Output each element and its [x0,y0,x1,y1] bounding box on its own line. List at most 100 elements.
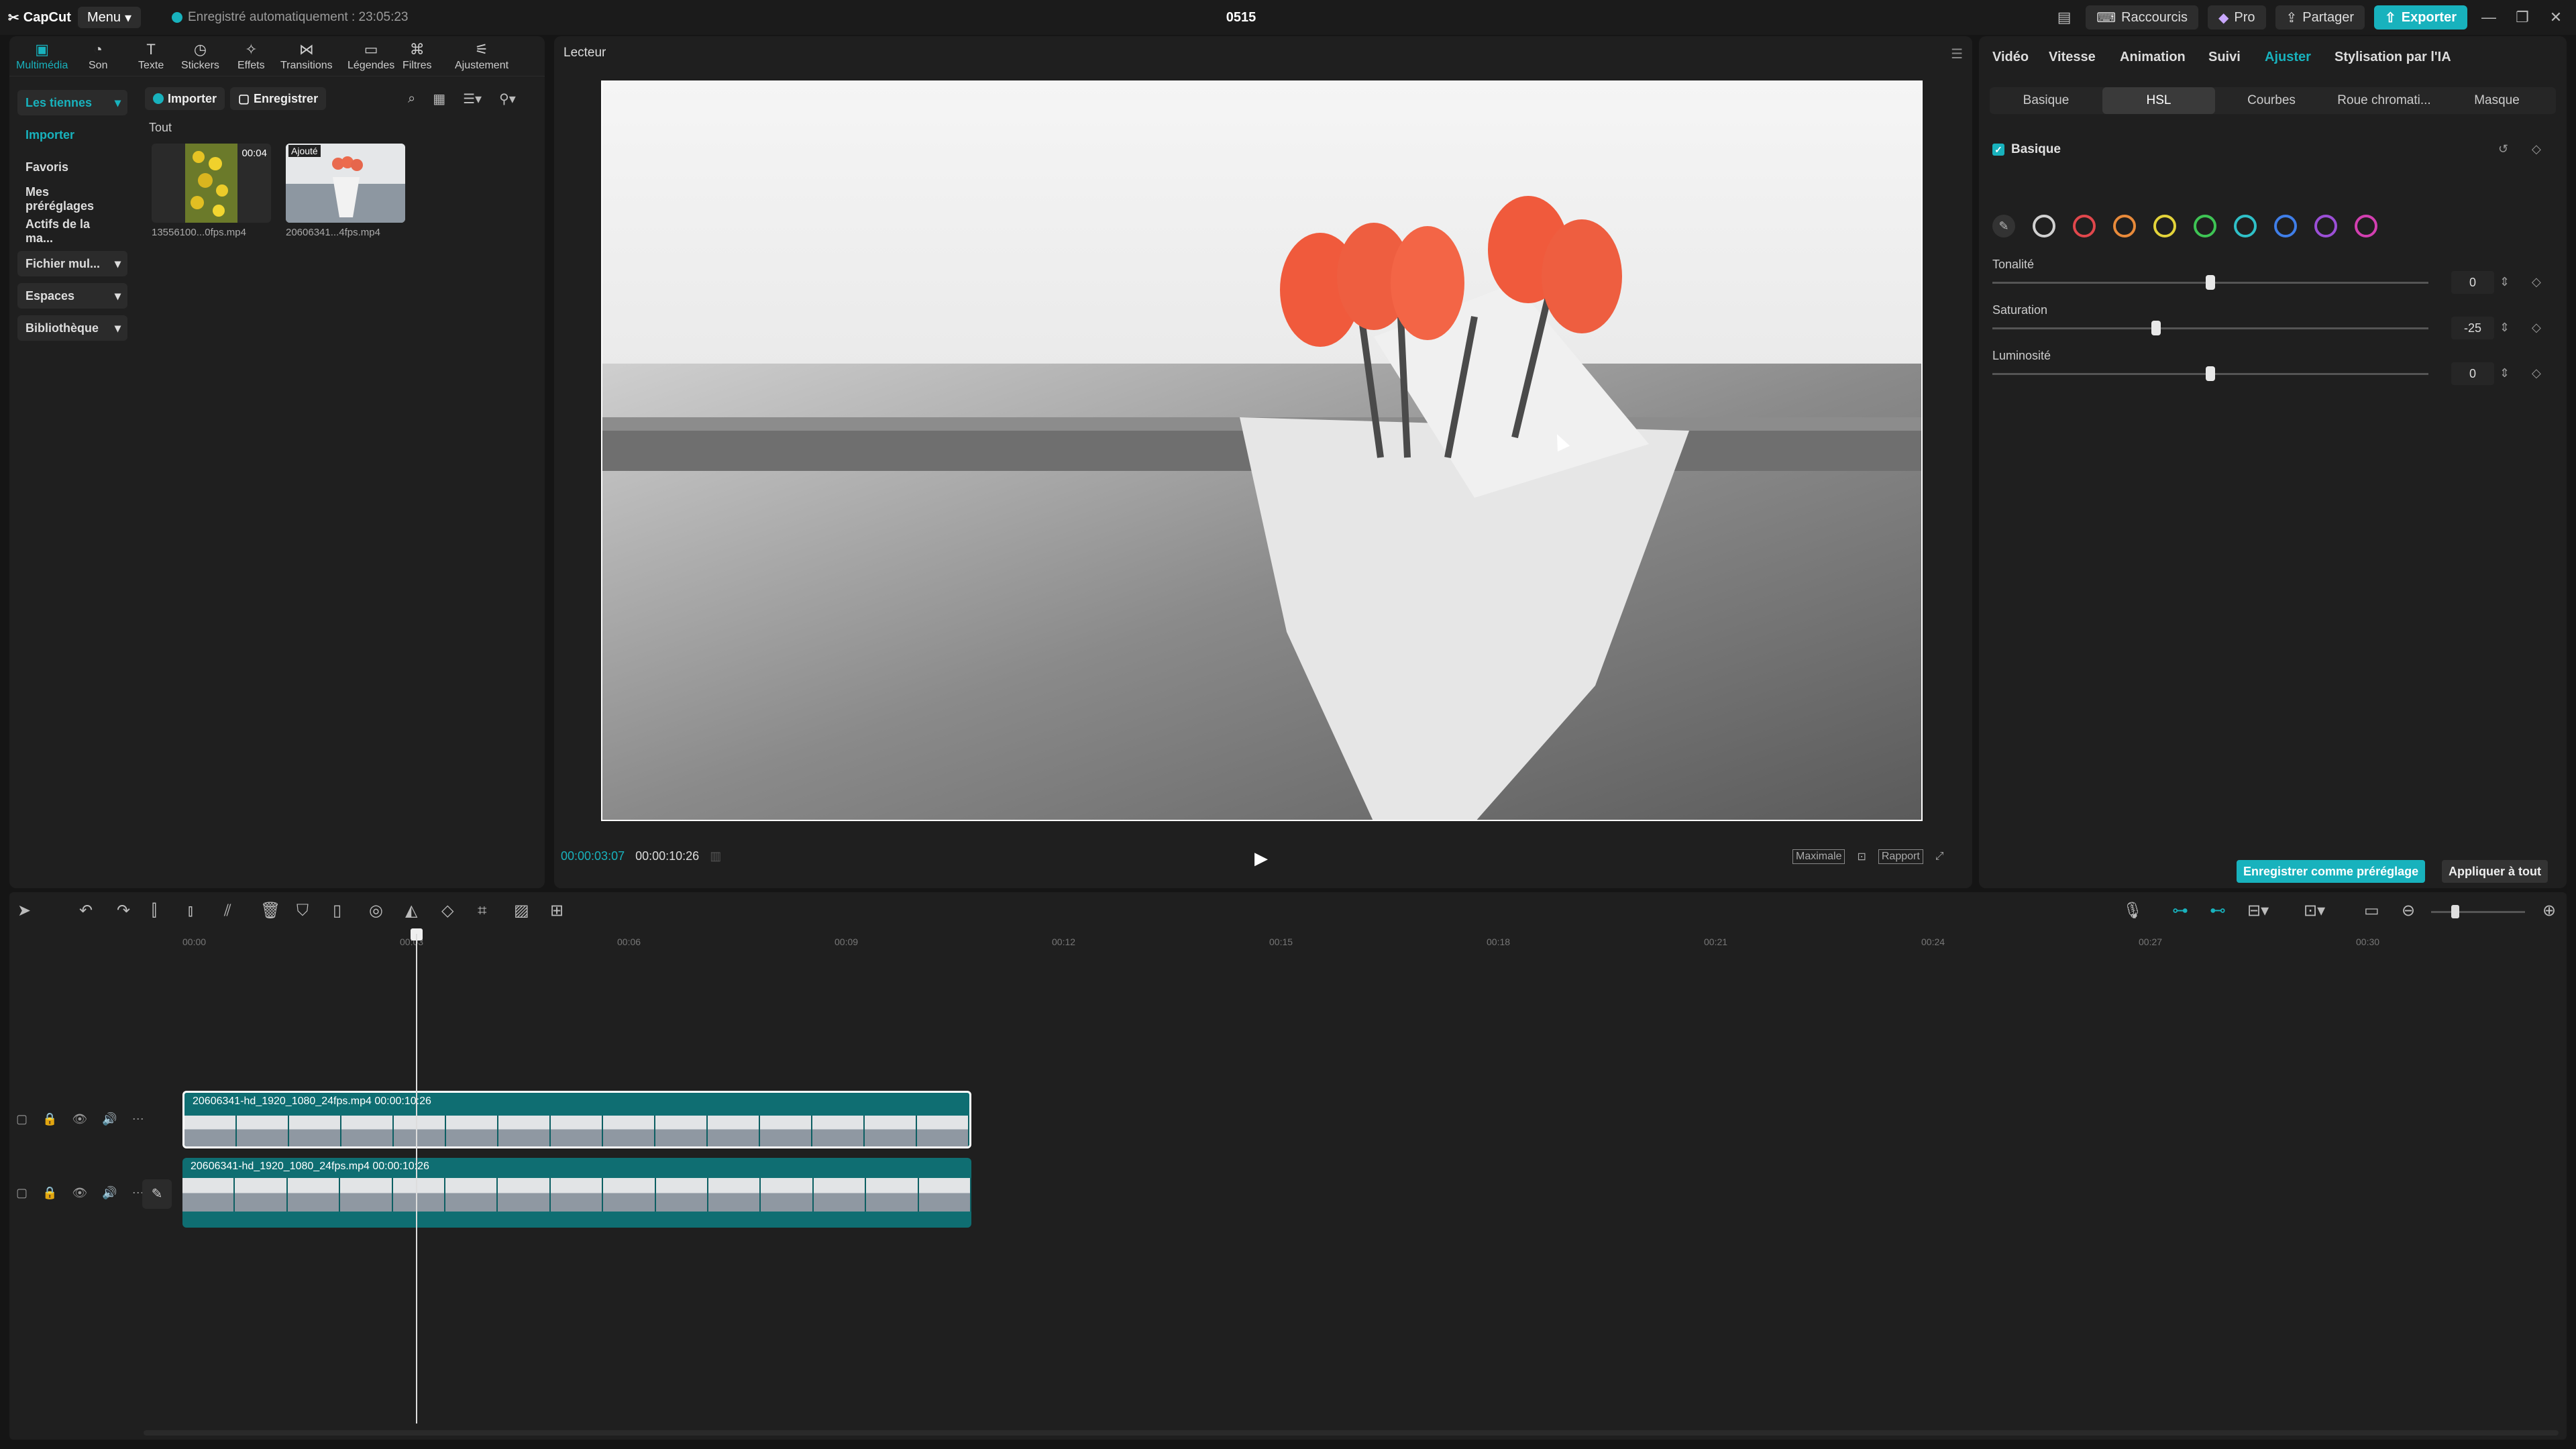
edit-cover-icon[interactable]: ✎ [142,1179,172,1209]
zoom-slider[interactable] [2431,905,2525,918]
tab-ajuster[interactable]: Ajuster [2265,50,2311,65]
sidebar-item-les-tiennes[interactable]: Les tiennes ▾ [17,90,127,115]
tab-stickers[interactable]: ◷ Stickers [181,39,219,75]
ratio-button[interactable]: Rapport [1878,849,1923,864]
shortcuts-button[interactable]: ⌨ Raccourcis [2086,5,2198,30]
save-preset-button[interactable]: Enregistrer comme préréglage [2237,860,2426,883]
share-button[interactable]: ⇪ Partager [2275,5,2365,30]
stepper-icon[interactable]: ⇕ [2500,321,2510,335]
tab-multimedia[interactable]: ▣ Multimédia [16,39,68,75]
grid-view-icon[interactable]: ▦ [433,91,445,107]
slider-tonalite[interactable] [1992,275,2428,290]
freeze-icon[interactable]: ▯ [333,903,341,919]
ai-icon[interactable]: ▨ [514,903,529,919]
menu-button[interactable]: Menu ▾ [78,7,142,28]
caption-icon[interactable]: ▭ [2364,903,2379,919]
video-preview[interactable] [601,80,1923,821]
tab-son[interactable]: ◔ Son [89,39,107,75]
shield-icon[interactable]: ⛉ [297,903,309,919]
split-icon[interactable]: ⫿ [152,903,157,919]
tab-suivi[interactable]: Suivi [2208,50,2241,65]
slider-knob[interactable] [2206,366,2215,381]
value-saturation[interactable]: -25 [2451,317,2494,339]
link-icon[interactable]: ⊷ [2210,903,2226,919]
tab-animation[interactable]: Animation [2120,50,2186,65]
magnet-icon[interactable]: ⊶ [2172,903,2188,919]
more-icon[interactable]: ⋯ [132,1112,144,1126]
tab-filtres[interactable]: ⌘ Filtres [402,39,432,75]
pro-button[interactable]: ◆ Pro [2207,5,2266,30]
speaker-icon[interactable]: 🔊 [102,1186,117,1200]
swatch-blue[interactable] [2274,215,2297,237]
sidebar-item-importer[interactable]: Importer [17,122,127,148]
fullscreen-icon[interactable]: ⤢ [1935,851,1944,863]
reverse-icon[interactable]: ◎ [369,903,383,919]
tab-video[interactable]: Vidéo [1992,50,2029,65]
speaker-icon[interactable]: 🔊 [102,1112,117,1126]
keyframe-icon[interactable]: ◇ [2532,142,2541,156]
stepper-icon[interactable]: ⇕ [2500,275,2510,289]
subtab-masque[interactable]: Masque [2440,87,2553,114]
swatch-white[interactable] [2033,215,2055,237]
tab-legendes[interactable]: ▭ Légendes [347,39,394,75]
playhead[interactable] [416,934,417,1424]
search-icon[interactable]: ⌕ [408,91,415,107]
zoom-in-icon[interactable]: ⊕ [2542,903,2556,919]
pro-feature-icon[interactable]: ⊞ [550,903,564,919]
tab-texte[interactable]: T Texte [138,39,164,75]
lock-icon[interactable]: 🔒 [42,1112,57,1126]
sidebar-item-mes-preglages[interactable]: Mes préréglages [17,185,127,213]
mirror-icon[interactable]: ◭ [405,903,417,919]
slider-saturation[interactable] [1992,321,2428,335]
media-item-1[interactable]: 00:04 [152,144,271,223]
slider-knob[interactable] [2151,321,2161,335]
split-left-icon[interactable]: ⫾ [188,903,193,919]
subtab-courbes[interactable]: Courbes [2215,87,2328,114]
video-clip-1[interactable]: 20606341-hd_1920_1080_24fps.mp4 00:00:10… [182,1091,971,1148]
filter-icon[interactable]: ⚲▾ [499,91,516,107]
minimize-icon[interactable]: — [2477,5,2501,30]
close-icon[interactable]: ✕ [2544,5,2568,30]
eye-icon[interactable]: 👁 [72,1186,87,1200]
keyframe-icon[interactable]: ◇ [2532,321,2541,335]
rotate-icon[interactable]: ◇ [441,903,453,919]
sidebar-item-actifs[interactable]: Actifs de la ma... [17,217,127,245]
value-luminosite[interactable]: 0 [2451,362,2494,385]
video-clip-2[interactable]: 20606341-hd_1920_1080_24fps.mp4 00:00:10… [182,1158,971,1228]
select-cursor-icon[interactable]: ➤ [17,903,31,919]
sidebar-item-bibliotheque[interactable]: Bibliothèque ▾ [17,315,127,341]
checkbox-checked-icon[interactable]: ✓ [1992,144,2004,156]
subtab-roue-chromatique[interactable]: Roue chromati... [2328,87,2440,114]
stepper-icon[interactable]: ⇕ [2500,366,2510,380]
timeline-grid-icon[interactable]: ▥ [710,849,721,863]
maximize-icon[interactable]: ❐ [2510,5,2534,30]
swatch-yellow[interactable] [2153,215,2176,237]
keyframe-icon[interactable]: ◇ [2532,275,2541,289]
export-button[interactable]: ⇧ Exporter [2373,5,2467,30]
sort-icon[interactable]: ☰▾ [463,91,482,107]
track-thumb-icon[interactable]: ▢ [16,1112,28,1126]
crop-icon[interactable]: ⌗ [478,903,487,919]
tab-vitesse[interactable]: Vitesse [2049,50,2096,65]
redo-icon[interactable]: ↷ [117,903,130,919]
eye-icon[interactable]: 👁 [72,1112,87,1126]
swatch-cyan[interactable] [2234,215,2257,237]
sidebar-item-fichier[interactable]: Fichier mul... ▾ [17,251,127,276]
subtab-hsl[interactable]: HSL [2102,87,2215,114]
eyedropper-icon[interactable]: ✎ [1992,215,2015,237]
apply-all-button[interactable]: Appliquer à tout [2442,860,2548,883]
project-title[interactable]: 0515 [1194,7,1288,28]
tab-effets[interactable]: ✧ Effets [237,39,265,75]
preview-axis-icon[interactable]: ⊡▾ [2304,903,2325,919]
microphone-icon[interactable]: 🎙 [2123,903,2143,919]
screenshot-icon[interactable]: ⊡ [1857,850,1866,863]
value-tonalite[interactable]: 0 [2451,271,2494,294]
keyframe-icon[interactable]: ◇ [2532,366,2541,380]
layout-icon[interactable]: ▤ [2052,5,2076,30]
play-icon[interactable]: ▶ [1254,848,1268,869]
swatch-green[interactable] [2194,215,2216,237]
lock-icon[interactable]: 🔒 [42,1186,57,1200]
slider-luminosite[interactable] [1992,366,2428,381]
zoom-knob[interactable] [2451,905,2459,918]
sidebar-item-espaces[interactable]: Espaces ▾ [17,283,127,309]
